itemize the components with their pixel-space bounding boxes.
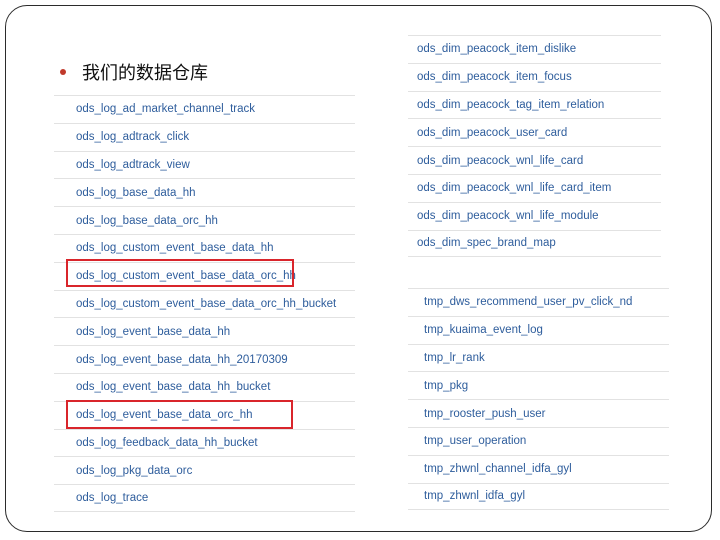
table-link[interactable]: tmp_kuaima_event_log <box>408 315 669 344</box>
table-link[interactable]: ods_log_event_base_data_hh <box>54 317 355 345</box>
table-link[interactable]: ods_log_ad_market_channel_track <box>54 95 355 123</box>
table-link[interactable]: ods_log_adtrack_click <box>54 122 355 151</box>
table-link[interactable]: tmp_rooster_push_user <box>408 399 669 427</box>
table-link[interactable]: tmp_user_operation <box>408 426 669 455</box>
table-link[interactable]: ods_dim_peacock_wnl_life_card <box>408 146 661 174</box>
ods-log-table-list: ods_log_ad_market_channel_track ods_log_… <box>54 95 355 512</box>
bullet-dot-icon <box>60 69 66 75</box>
table-link[interactable]: ods_log_adtrack_view <box>54 150 355 179</box>
slide-heading: 我们的数据仓库 <box>60 60 208 84</box>
table-link[interactable]: ods_log_custom_event_base_data_hh <box>54 233 355 262</box>
table-link[interactable]: tmp_dws_recommend_user_pv_click_nd <box>408 288 669 316</box>
table-link[interactable]: ods_dim_peacock_wnl_life_module <box>408 201 661 230</box>
table-link[interactable]: ods_dim_peacock_item_dislike <box>408 35 661 63</box>
ods-dim-table-list: ods_dim_peacock_item_dislike ods_dim_pea… <box>408 35 661 258</box>
table-link-highlighted[interactable]: ods_log_event_base_data_orc_hh <box>54 400 355 429</box>
table-link[interactable]: ods_log_trace <box>54 484 355 512</box>
table-link[interactable]: ods_dim_peacock_wnl_life_card_item <box>408 173 661 202</box>
table-link[interactable]: tmp_zhwnl_channel_idfa_gyl <box>408 454 669 483</box>
table-link[interactable]: ods_log_base_data_hh <box>54 178 355 206</box>
table-link[interactable]: ods_dim_peacock_tag_item_relation <box>408 90 661 119</box>
tmp-table-list: tmp_dws_recommend_user_pv_click_nd tmp_k… <box>408 288 669 511</box>
table-link[interactable]: ods_log_feedback_data_hh_bucket <box>54 428 355 457</box>
table-link-highlighted[interactable]: ods_log_custom_event_base_data_orc_hh <box>54 261 355 290</box>
table-link[interactable]: ods_log_event_base_data_hh_bucket <box>54 372 355 401</box>
table-link[interactable]: ods_dim_peacock_user_card <box>408 118 661 146</box>
table-link[interactable]: tmp_lr_rank <box>408 343 669 372</box>
table-link[interactable]: ods_log_custom_event_base_data_orc_hh_bu… <box>54 289 355 318</box>
table-link[interactable]: tmp_pkg <box>408 371 669 399</box>
table-link[interactable]: ods_dim_spec_brand_map <box>408 229 661 258</box>
table-link[interactable]: ods_log_event_base_data_hh_20170309 <box>54 345 355 373</box>
table-link[interactable]: ods_log_base_data_orc_hh <box>54 206 355 234</box>
table-link[interactable]: ods_dim_peacock_item_focus <box>408 62 661 91</box>
table-link[interactable]: ods_log_pkg_data_orc <box>54 456 355 484</box>
table-link[interactable]: tmp_zhwnl_idfa_gyl <box>408 482 669 511</box>
heading-text: 我们的数据仓库 <box>82 63 208 84</box>
